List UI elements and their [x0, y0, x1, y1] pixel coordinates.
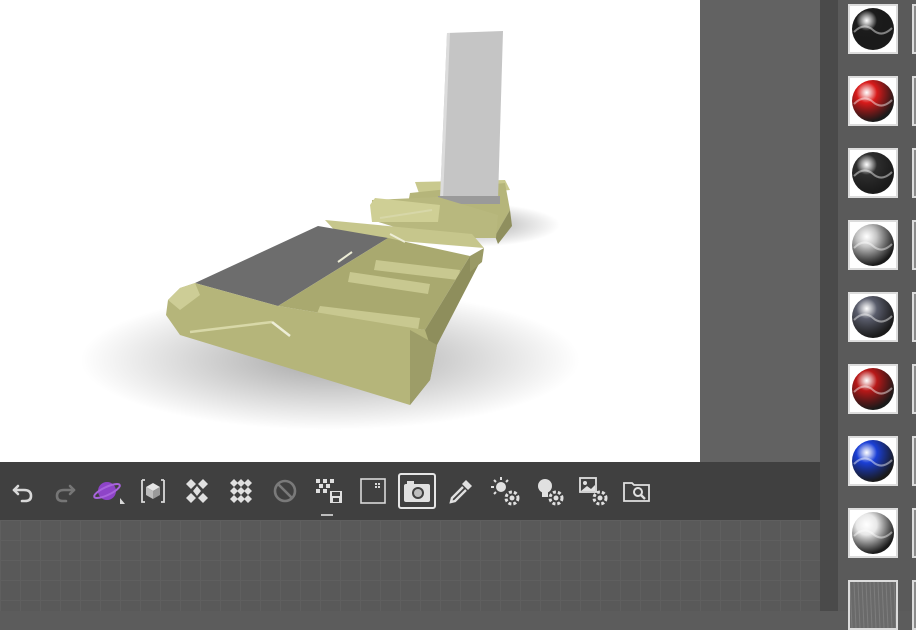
- material-swatch-silver[interactable]: [848, 220, 898, 270]
- material-swatch-next-column[interactable]: [912, 4, 916, 54]
- material-swatch-red-metallic[interactable]: [848, 364, 898, 414]
- cube-icon: [141, 479, 165, 503]
- material-sphere-icon: [852, 8, 894, 50]
- image-settings-button[interactable]: [576, 474, 610, 508]
- planet-icon: [93, 482, 125, 504]
- sun-gear-icon: [491, 477, 520, 506]
- image-gear-icon: [579, 477, 608, 506]
- redo-button[interactable]: [48, 474, 82, 508]
- active-tool-indicator: [321, 514, 333, 516]
- material-sphere-icon: [852, 80, 894, 122]
- material-swatch-slate-grey[interactable]: [848, 292, 898, 342]
- bottom-panel: [0, 520, 820, 611]
- grid-save-button[interactable]: [312, 474, 346, 508]
- frame-dot-icon: [360, 478, 386, 504]
- material-library: [838, 0, 916, 630]
- material-sphere-icon: [852, 440, 894, 482]
- side-panel: [700, 0, 820, 462]
- material-swatch-next-column[interactable]: [912, 76, 916, 126]
- find-file-button[interactable]: [620, 474, 654, 508]
- bulb-gear-icon: [538, 479, 564, 506]
- viewport-toolbar: [0, 462, 820, 520]
- material-swatch-next-column[interactable]: [912, 580, 916, 630]
- material-swatch-next-column[interactable]: [912, 220, 916, 270]
- material-sphere-icon: [852, 368, 894, 410]
- eyedropper-button[interactable]: [444, 474, 478, 508]
- environment-button[interactable]: [92, 474, 126, 508]
- no-sign-icon: [273, 479, 297, 503]
- 3d-viewport[interactable]: [0, 0, 700, 462]
- camera-icon: [404, 481, 430, 502]
- folder-search-icon: [623, 482, 650, 502]
- material-swatch-next-column[interactable]: [912, 364, 916, 414]
- frame-button[interactable]: [356, 474, 390, 508]
- undo-button[interactable]: [6, 474, 40, 508]
- panel-divider[interactable]: [820, 0, 838, 611]
- material-swatch-next-column[interactable]: [912, 508, 916, 558]
- object-view-button[interactable]: [136, 474, 170, 508]
- material-swatch-red-glossy[interactable]: [848, 76, 898, 126]
- material-sphere-icon: [852, 152, 894, 194]
- eyedropper-icon: [449, 480, 472, 504]
- bulb-settings-button[interactable]: [532, 474, 566, 508]
- redo-arrow-icon: [55, 484, 76, 503]
- material-swatch-fabric-texture[interactable]: [848, 580, 898, 630]
- material-sphere-icon: [850, 582, 896, 628]
- checker-grid-icon: [230, 479, 252, 503]
- material-sphere-icon: [852, 512, 894, 554]
- material-swatch-blue-glossy[interactable]: [848, 436, 898, 486]
- 3d-scene: [80, 31, 580, 430]
- grid-save-icon: [316, 479, 342, 503]
- disable-button[interactable]: [268, 474, 302, 508]
- material-swatch-white-glossy[interactable]: [848, 508, 898, 558]
- material-swatch-black-glossy[interactable]: [848, 4, 898, 54]
- material-swatch-dark-grey[interactable]: [848, 148, 898, 198]
- material-swatch-next-column[interactable]: [912, 148, 916, 198]
- material-sphere-icon: [852, 224, 894, 266]
- light-settings-button[interactable]: [488, 474, 522, 508]
- material-sphere-icon: [852, 296, 894, 338]
- material-swatch-next-column[interactable]: [912, 292, 916, 342]
- diamond-grid-button[interactable]: [180, 474, 214, 508]
- diamond-grid-icon: [186, 479, 208, 503]
- undo-arrow-icon: [12, 484, 33, 503]
- material-swatch-next-column[interactable]: [912, 436, 916, 486]
- camera-button[interactable]: [398, 473, 436, 509]
- upright-panel: [438, 31, 503, 204]
- checker-grid-button[interactable]: [224, 474, 258, 508]
